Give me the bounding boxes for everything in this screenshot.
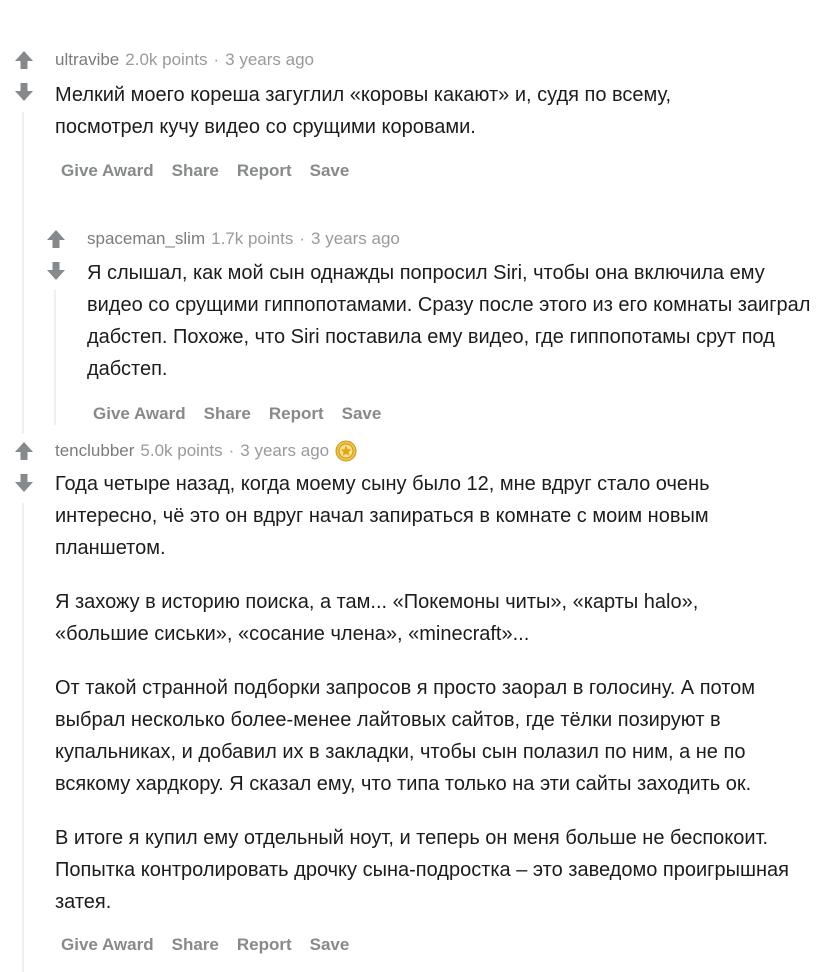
save-button[interactable]: Save [310, 935, 359, 955]
save-button[interactable]: Save [342, 404, 391, 424]
meta-separator: · [228, 441, 235, 460]
comment-body: Года четыре назад, когда моему сыну было… [55, 468, 817, 918]
author-name[interactable]: ultravibe [55, 50, 119, 70]
comment-meta: ultravibe 2.0k points · 3 years ago [55, 48, 314, 72]
author-name[interactable]: spaceman_slim [87, 229, 205, 249]
award-icon[interactable] [335, 440, 357, 462]
comment-paragraph: В итоге я купил ему отдельный ноут, и те… [55, 827, 789, 913]
downvote-arrow-icon[interactable] [13, 472, 35, 494]
downvote-arrow-icon[interactable] [13, 81, 35, 103]
timestamp[interactable]: 3 years ago [225, 50, 314, 70]
comment-meta: spaceman_slim 1.7k points · 3 years ago [87, 227, 400, 251]
share-button[interactable]: Share [172, 161, 228, 181]
timestamp[interactable]: 3 years ago [240, 441, 329, 461]
comment-paragraph: Я слышал, как мой сын однажды попросил S… [87, 262, 811, 380]
save-button[interactable]: Save [310, 161, 359, 181]
upvote-arrow-icon[interactable] [13, 440, 35, 462]
timestamp[interactable]: 3 years ago [311, 229, 400, 249]
author-name[interactable]: tenclubber [55, 441, 134, 461]
upvote-arrow-icon[interactable] [13, 49, 35, 71]
comment-paragraph: От такой странной подборки запросов я пр… [55, 677, 756, 795]
meta-separator: · [299, 229, 306, 248]
points-count: 2.0k points [125, 50, 208, 69]
report-button[interactable]: Report [237, 161, 301, 181]
give-award-button[interactable]: Give Award [61, 935, 163, 955]
give-award-button[interactable]: Give Award [61, 161, 163, 181]
comment-paragraph: Года четыре назад, когда моему сыну было… [55, 473, 710, 559]
comment-actions: Give Award Share Report Save [61, 933, 367, 957]
thread-line[interactable] [22, 112, 24, 434]
points-count: 1.7k points [211, 229, 294, 248]
points-count: 5.0k points [140, 441, 223, 460]
vote-column [11, 440, 37, 494]
report-button[interactable]: Report [237, 935, 301, 955]
give-award-button[interactable]: Give Award [93, 404, 195, 424]
vote-column [43, 228, 69, 282]
comment-paragraph: Мелкий моего кореша загуглил «коровы как… [55, 84, 672, 138]
share-button[interactable]: Share [204, 404, 260, 424]
meta-separator: · [213, 50, 220, 69]
comment-actions: Give Award Share Report Save [61, 159, 367, 183]
comment-meta: tenclubber 5.0k points · 3 years ago [55, 439, 357, 463]
downvote-arrow-icon[interactable] [45, 260, 67, 282]
comment-paragraph: Я захожу в историю поиска, а там... «Пок… [55, 591, 699, 645]
comment-body: Я слышал, как мой сын однажды попросил S… [87, 257, 822, 385]
comment-body: Мелкий моего кореша загуглил «коровы как… [55, 79, 735, 143]
share-button[interactable]: Share [172, 935, 228, 955]
thread-line[interactable] [22, 503, 24, 972]
upvote-arrow-icon[interactable] [45, 228, 67, 250]
vote-column [11, 49, 37, 103]
thread-line[interactable] [54, 290, 56, 425]
report-button[interactable]: Report [269, 404, 333, 424]
comment-actions: Give Award Share Report Save [93, 402, 399, 426]
